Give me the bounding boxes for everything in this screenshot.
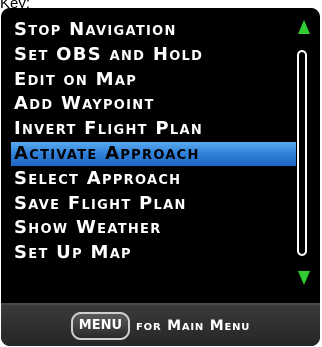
menu-item-save-flight-plan[interactable]: Save Flight Plan	[11, 192, 296, 216]
menu-item-activate-approach[interactable]: Activate Approach	[11, 141, 296, 166]
scroll-down-arrow-icon[interactable]	[298, 271, 310, 285]
menu-item-select-approach[interactable]: Select Approach	[11, 167, 296, 191]
menu-option-list: Stop Navigation Set OBS and Hold Edit on…	[11, 18, 296, 266]
footer-hint-text: for Main Menu	[136, 317, 251, 334]
scroll-up-arrow-icon[interactable]	[298, 20, 310, 34]
menu-item-set-up-map[interactable]: Set Up Map	[11, 241, 296, 265]
menu-item-show-weather[interactable]: Show Weather	[11, 216, 296, 240]
menu-item-add-waypoint[interactable]: Add Waypoint	[11, 92, 296, 116]
scroll-thumb[interactable]	[297, 50, 307, 256]
page-menu-popup: Stop Navigation Set OBS and Hold Edit on…	[1, 8, 320, 346]
menu-item-edit-on-map[interactable]: Edit on Map	[11, 68, 296, 92]
menu-key-button[interactable]: MENU	[70, 311, 131, 340]
menu-item-set-obs-and-hold[interactable]: Set OBS and Hold	[11, 43, 296, 67]
menu-item-invert-flight-plan[interactable]: Invert Flight Plan	[11, 117, 296, 141]
menu-footer: MENU for Main Menu	[1, 303, 320, 346]
scrollbar[interactable]	[295, 20, 313, 285]
menu-item-stop-navigation[interactable]: Stop Navigation	[11, 18, 296, 42]
caption-text: Key:	[0, 0, 30, 8]
